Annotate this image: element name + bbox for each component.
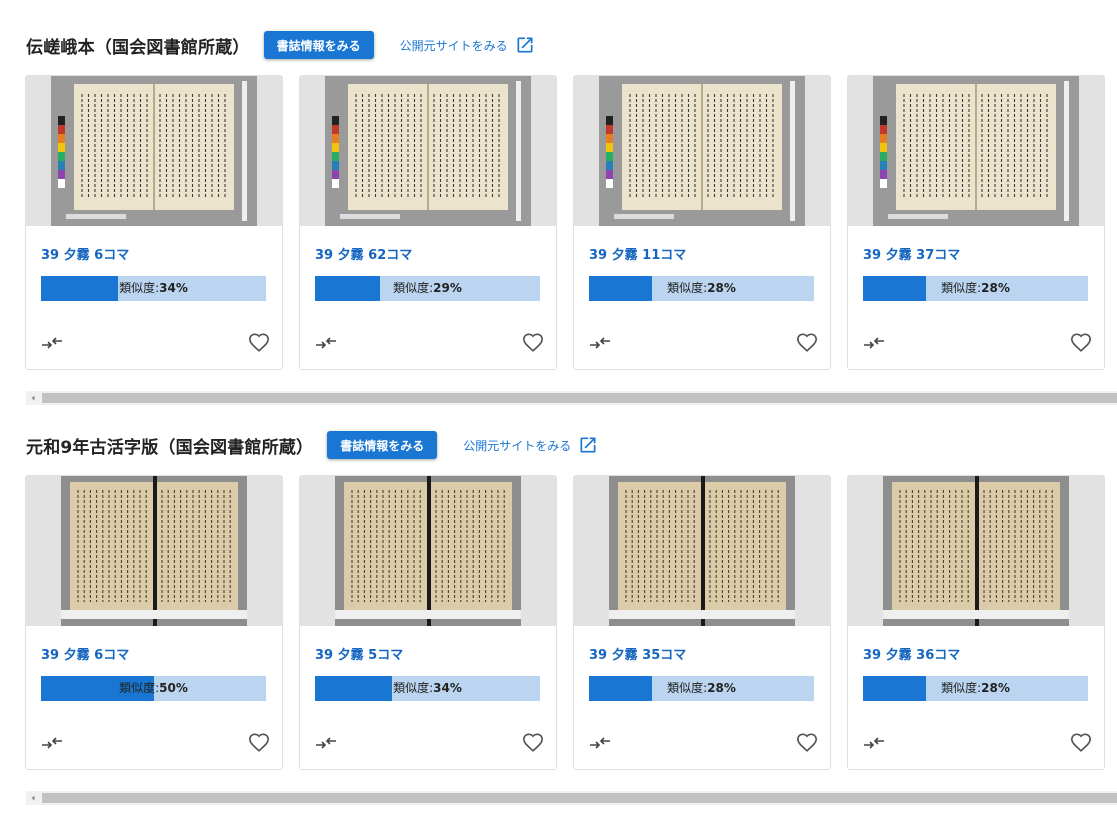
similarity-value: 29% [433, 281, 462, 295]
similarity-label: 類似度: [941, 281, 982, 295]
publisher-site-link-label: 公開元サイトをみる [399, 38, 508, 53]
scroll-left-icon[interactable] [29, 794, 37, 802]
frame-link[interactable]: 39 夕霧 6コマ [41, 644, 129, 663]
compare-arrows-icon[interactable] [862, 334, 886, 352]
similarity-bar: 類似度:28% [589, 676, 814, 701]
bibliographic-info-button[interactable]: 書誌情報をみる [263, 31, 374, 59]
similarity-label: 類似度: [119, 281, 160, 295]
page-thumbnail[interactable] [26, 76, 282, 226]
compare-arrows-icon[interactable] [314, 734, 338, 752]
compare-arrows-icon[interactable] [40, 334, 64, 352]
similarity-bar: 類似度:29% [315, 276, 540, 301]
heart-outline-icon[interactable] [796, 332, 818, 354]
page-thumbnail[interactable] [848, 76, 1104, 226]
result-card[interactable]: 39 夕霧 62コマ 類似度:29% [299, 75, 557, 370]
similarity-label: 類似度: [393, 281, 434, 295]
page-thumbnail[interactable] [300, 476, 556, 626]
section-title: 元和9年古活字版（国会図書館所蔵） [26, 437, 314, 458]
heart-outline-icon[interactable] [796, 732, 818, 754]
page-thumbnail[interactable] [574, 476, 830, 626]
result-card[interactable]: 39 夕霧 5コマ 類似度:34% [299, 475, 557, 770]
similarity-value: 34% [433, 681, 462, 695]
frame-link[interactable]: 39 夕霧 62コマ [315, 244, 412, 263]
heart-outline-icon[interactable] [522, 732, 544, 754]
compare-arrows-icon[interactable] [588, 334, 612, 352]
similarity-value: 28% [981, 281, 1010, 295]
similarity-bar: 類似度:50% [41, 676, 266, 701]
page-thumbnail[interactable] [848, 476, 1104, 626]
publisher-site-link-label: 公開元サイトをみる [463, 438, 572, 453]
section-header: 元和9年古活字版（国会図書館所蔵） 書誌情報をみる 公開元サイトをみる [26, 430, 598, 460]
frame-link[interactable]: 39 夕霧 36コマ [863, 644, 960, 663]
compare-arrows-icon[interactable] [862, 734, 886, 752]
frame-link[interactable]: 39 夕霧 11コマ [589, 244, 686, 263]
similarity-value: 34% [159, 281, 188, 295]
similarity-label: 類似度: [667, 681, 708, 695]
publisher-site-link[interactable]: 公開元サイトをみる [400, 35, 535, 55]
similarity-bar: 類似度:28% [863, 676, 1088, 701]
heart-outline-icon[interactable] [522, 332, 544, 354]
open-in-new-icon [580, 437, 596, 453]
heart-outline-icon[interactable] [248, 732, 270, 754]
section-header: 伝嵯峨本（国会図書館所蔵） 書誌情報をみる 公開元サイトをみる [26, 30, 535, 60]
heart-outline-icon[interactable] [248, 332, 270, 354]
similarity-value: 28% [707, 681, 736, 695]
similarity-value: 28% [707, 281, 736, 295]
frame-link[interactable]: 39 夕霧 37コマ [863, 244, 960, 263]
result-card[interactable]: 39 夕霧 6コマ 類似度:34% [25, 75, 283, 370]
scrollbar-thumb[interactable] [42, 793, 1117, 803]
page-thumbnail[interactable] [300, 76, 556, 226]
page-thumbnail[interactable] [574, 76, 830, 226]
similarity-bar: 類似度:34% [315, 676, 540, 701]
scrollbar-thumb[interactable] [42, 393, 1117, 403]
result-card[interactable]: 39 夕霧 35コマ 類似度:28% [573, 475, 831, 770]
similarity-value: 28% [981, 681, 1010, 695]
frame-link[interactable]: 39 夕霧 35コマ [589, 644, 686, 663]
result-card[interactable]: 39 夕霧 36コマ 類似度:28% [847, 475, 1105, 770]
frame-link[interactable]: 39 夕霧 5コマ [315, 644, 403, 663]
compare-arrows-icon[interactable] [40, 734, 64, 752]
scroll-left-icon[interactable] [29, 394, 37, 402]
frame-link[interactable]: 39 夕霧 6コマ [41, 244, 129, 263]
similarity-label: 類似度: [393, 681, 434, 695]
open-in-new-icon [517, 37, 533, 53]
compare-arrows-icon[interactable] [314, 334, 338, 352]
similarity-label: 類似度: [119, 681, 160, 695]
page-thumbnail[interactable] [26, 476, 282, 626]
similarity-label: 類似度: [667, 281, 708, 295]
heart-outline-icon[interactable] [1070, 332, 1092, 354]
result-card[interactable]: 39 夕霧 6コマ 類似度:50% [25, 475, 283, 770]
heart-outline-icon[interactable] [1070, 732, 1092, 754]
horizontal-scrollbar[interactable] [26, 791, 1117, 805]
similarity-value: 50% [159, 681, 188, 695]
result-card[interactable]: 39 夕霧 11コマ 類似度:28% [573, 75, 831, 370]
similarity-label: 類似度: [941, 681, 982, 695]
similarity-bar: 類似度:34% [41, 276, 266, 301]
horizontal-scrollbar[interactable] [26, 391, 1117, 405]
section-title: 伝嵯峨本（国会図書館所蔵） [26, 37, 250, 58]
similarity-bar: 類似度:28% [589, 276, 814, 301]
compare-arrows-icon[interactable] [588, 734, 612, 752]
bibliographic-info-button[interactable]: 書誌情報をみる [327, 431, 438, 459]
publisher-site-link[interactable]: 公開元サイトをみる [463, 435, 598, 455]
similarity-bar: 類似度:28% [863, 276, 1088, 301]
result-card[interactable]: 39 夕霧 37コマ 類似度:28% [847, 75, 1105, 370]
